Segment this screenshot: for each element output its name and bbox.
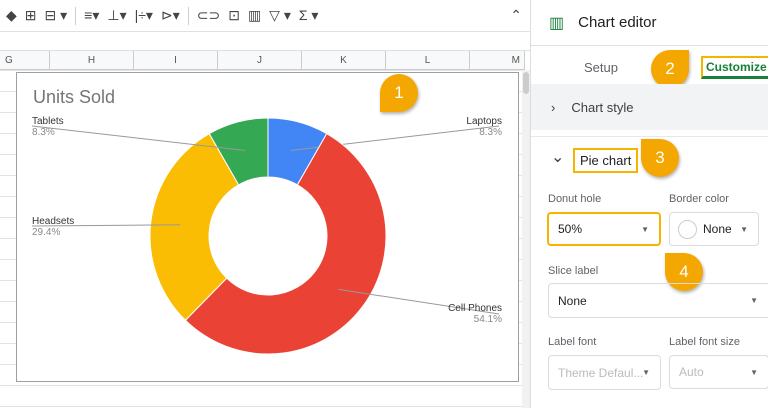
col-header[interactable]: M [470,51,525,69]
donut-hole-dropdown[interactable]: 50% ▼ [547,212,661,246]
dropdown-value: Auto [679,365,704,379]
label-font-dropdown[interactable]: Theme Defaul... ▼ [548,355,661,390]
donut-chart [31,117,500,355]
slice-label: Cell Phones [448,303,502,314]
dropdown-arrow-icon: ▼ [740,224,748,234]
legend-headsets: Headsets 29.4% [32,216,74,238]
comment-icon[interactable]: ⊡ [228,7,240,24]
chart-icon[interactable]: ▥ [248,7,261,24]
col-header[interactable]: H [50,51,134,69]
chevron-down-icon[interactable]: ⌄ [551,147,564,167]
legend-laptops: Laptops 8.3% [466,116,502,138]
fill-color-icon[interactable]: ◆ [6,7,17,24]
scroll-thumb[interactable] [523,72,529,94]
dropdown-arrow-icon: ▼ [641,224,649,234]
chart-icon: ▥ [549,14,565,32]
border-color-label: Border color [669,193,729,205]
section-pie-chart: ⌄ Pie chart 3 Donut hole 50% ▼ Border col… [531,136,768,408]
section-label: Chart style [571,99,634,115]
slice-label: Laptops [466,116,502,127]
callout-1: 1 [380,74,418,112]
slice-label: Headsets [32,216,75,227]
dropdown-value: None [703,222,732,236]
callout-3: 3 [641,139,679,177]
pie-chart-heading[interactable]: Pie chart [573,148,639,173]
slice-pct: 54.1% [473,314,502,325]
dropdown-value: 50% [558,222,583,236]
dropdown-arrow-icon: ▼ [642,368,650,377]
border-color-dropdown[interactable]: None ▼ [669,212,759,246]
chart-editor-panel: ▥ Chart editor Setup Customize 2 › Chart … [530,0,768,408]
tab-setup[interactable]: Setup [584,60,618,75]
merge-cells-icon[interactable]: ⊟ ▾ [45,7,68,24]
color-swatch [678,219,697,239]
callout-2: 2 [651,50,689,88]
vertical-scrollbar[interactable] [522,70,530,408]
col-header[interactable]: K [302,51,386,69]
slice-pct: 8.3% [32,127,55,138]
dropdown-value: None [558,293,587,308]
filter-icon[interactable]: ▽ ▾ [269,7,291,24]
donut-hole-label: Donut hole [548,193,602,205]
label-font-size-dropdown[interactable]: Auto ▼ [669,355,768,389]
valign-icon[interactable]: ⊥▾ [107,7,126,24]
legend-cell-phones: Cell Phones 54.1% [448,303,502,325]
tab-customize[interactable]: Customize [701,56,768,79]
label-font-label: Label font [548,336,597,348]
borders-icon[interactable]: ⊞ [25,7,37,24]
section-chart-style[interactable]: › Chart style [531,84,768,130]
dropdown-arrow-icon: ▼ [750,367,758,377]
col-header[interactable]: I [134,51,218,69]
chart[interactable]: Units Sold Tablets 8.3% Laptops 8.3% Heads… [16,72,519,382]
dropdown-value: Theme Defaul... [558,365,644,380]
col-header[interactable]: L [386,51,470,69]
legend-tablets: Tablets 8.3% [32,116,64,138]
col-header[interactable]: G [0,51,50,69]
editor-header: ▥ Chart editor [531,0,768,46]
functions-icon[interactable]: Σ ▾ [299,7,319,24]
formula-bar[interactable] [0,32,530,51]
link-icon[interactable]: ⊂⊃ [197,7,220,24]
label-font-size-label: Label font size [669,336,740,348]
editor-title: Chart editor [578,14,657,31]
text-wrap-icon[interactable]: |÷▾ [135,7,153,24]
slice-label-dropdown[interactable]: None ▼ [548,283,768,318]
collapse-icon[interactable]: ⌃ [510,7,522,24]
dropdown-arrow-icon: ▼ [750,296,758,305]
text-rotate-icon[interactable]: ⊳▾ [161,7,180,24]
slice-pct: 29.4% [32,227,61,238]
slice-label-label: Slice label [548,265,599,277]
toolbar: ◆ ⊞ ⊟ ▾ ≡▾ ⊥▾ |÷▾ ⊳▾ ⊂⊃ ⊡ ▥ ▽ ▾ Σ ▾ ⌃ [0,0,530,32]
slice-label: Tablets [32,116,64,127]
slice-pct: 8.3% [479,127,502,138]
chevron-right-icon: › [551,99,556,115]
align-icon[interactable]: ≡▾ [84,7,99,24]
col-header[interactable]: J [218,51,302,69]
column-headers: G H I J K L M [0,51,525,70]
